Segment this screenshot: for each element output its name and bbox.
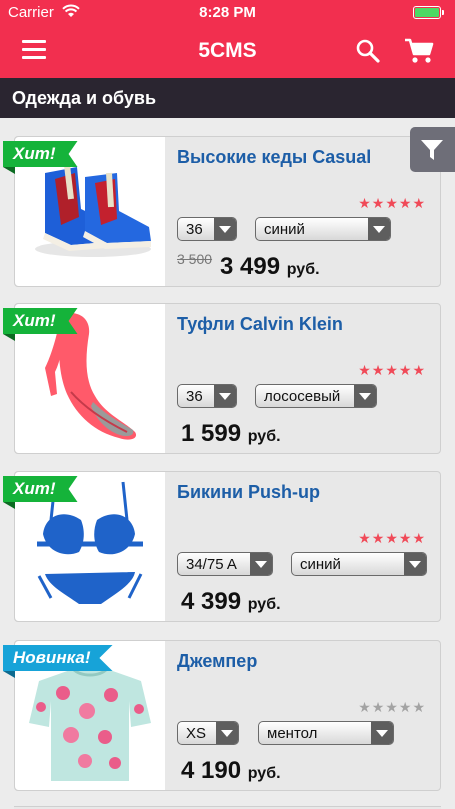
cart-icon[interactable] — [404, 37, 434, 65]
price-value: 1 599 — [181, 420, 242, 447]
chevron-down-icon — [404, 553, 426, 575]
size-value: 36 — [186, 388, 203, 405]
product-card[interactable]: Хит! Туфли Calvin Klein ★★★★★ 36 лососев… — [3, 303, 441, 454]
color-select[interactable]: синий — [291, 552, 427, 576]
status-bar: Carrier 8:28 PM — [0, 0, 455, 26]
rating-stars: ★★★★★ — [358, 530, 426, 546]
badge-fold — [3, 671, 15, 678]
color-select[interactable]: лососевый — [255, 384, 377, 408]
price-value: 3 499 — [220, 253, 281, 280]
size-value: 36 — [186, 221, 203, 238]
price: 4 190 руб. — [181, 757, 281, 785]
product-name[interactable]: Высокие кеды Casual — [177, 147, 371, 168]
rating-stars: ★★★★★ — [358, 362, 426, 378]
rating-stars: ★★★★★ — [358, 195, 426, 211]
size-value: XS — [186, 725, 207, 742]
size-value: 34/75 A — [186, 556, 237, 573]
product-name[interactable]: Бикини Push-up — [177, 482, 320, 503]
battery-icon — [413, 6, 444, 19]
chevron-down-icon — [368, 218, 390, 240]
rating-stars: ★★★★★ — [358, 699, 426, 715]
product-card[interactable]: Хит! Бикини Push-up ★★★★★ 34/75 A синий … — [3, 471, 441, 622]
currency-label: руб. — [247, 765, 281, 782]
filter-button[interactable] — [410, 127, 455, 172]
price-value: 4 399 — [181, 588, 242, 615]
color-value: синий — [300, 556, 341, 573]
size-select[interactable]: 36 — [177, 384, 237, 408]
currency-label: руб. — [247, 428, 281, 445]
hit-badge: Хит! — [3, 476, 78, 502]
price: 4 399 руб. — [181, 588, 281, 616]
app-title: 5CMS — [198, 39, 257, 62]
old-price: 3 500 — [177, 251, 213, 267]
chevron-down-icon — [250, 553, 272, 575]
clock: 8:28 PM — [199, 4, 256, 21]
price: 1 599 руб. — [181, 420, 281, 448]
product-name[interactable]: Джемпер — [177, 651, 257, 672]
size-select[interactable]: 34/75 A — [177, 552, 273, 576]
size-select[interactable]: 36 — [177, 217, 237, 241]
currency-label: руб. — [247, 596, 281, 613]
product-name[interactable]: Туфли Calvin Klein — [177, 314, 343, 335]
price: 3 499 руб. — [220, 253, 320, 281]
hit-badge: Хит! — [3, 141, 78, 167]
product-card[interactable]: Хит! Высокие кеды Casual ★★★★★ 36 синий … — [3, 136, 441, 287]
top-nav-bar: 5CMS — [0, 26, 455, 78]
chevron-down-icon — [216, 722, 238, 744]
badge-fold — [3, 502, 15, 509]
chevron-down-icon — [214, 218, 236, 240]
badge-fold — [3, 334, 15, 341]
product-card[interactable]: Новинка! Джемпер ★★★★★ XS ментол 4 190 р… — [3, 640, 441, 791]
size-select[interactable]: XS — [177, 721, 239, 745]
color-select[interactable]: ментол — [258, 721, 394, 745]
category-header: Одежда и обувь — [0, 78, 455, 118]
chevron-down-icon — [354, 385, 376, 407]
filter-icon — [421, 140, 443, 160]
price-value: 4 190 — [181, 757, 242, 784]
hit-badge: Хит! — [3, 308, 78, 334]
chevron-down-icon — [371, 722, 393, 744]
chevron-down-icon — [214, 385, 236, 407]
color-value: лососевый — [264, 388, 341, 405]
currency-label: руб. — [286, 261, 320, 278]
search-icon[interactable] — [355, 38, 381, 64]
badge-fold — [3, 167, 15, 174]
color-value: синий — [264, 221, 305, 238]
color-value: ментол — [267, 725, 318, 742]
new-badge: Новинка! — [3, 645, 113, 671]
color-select[interactable]: синий — [255, 217, 391, 241]
